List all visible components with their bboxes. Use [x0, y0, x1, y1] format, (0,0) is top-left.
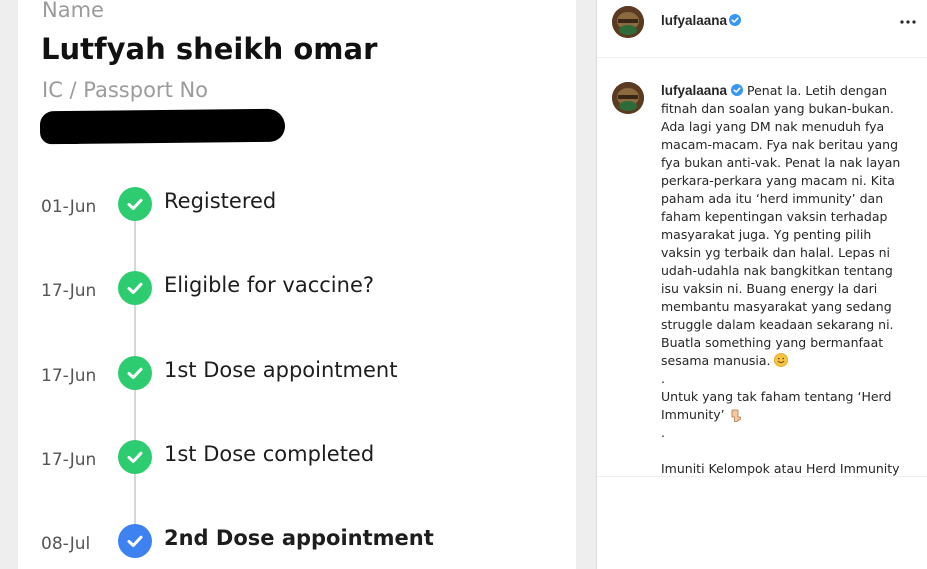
verified-badge-icon [729, 14, 741, 26]
caption-line: vaksin yg terbaik dan halal. Lepas ni [661, 245, 891, 260]
caption-line [661, 442, 911, 460]
caption-text: sesama manusia. [661, 353, 771, 368]
caption-line: struggle dalam keadaan sekarang ni. [661, 317, 894, 332]
caption-line: fya bukan anti-vak. Penat la nak layan [661, 155, 901, 170]
caption-line: Imuniti Kelompok atau Herd Immunity [661, 461, 900, 476]
pointing-down-hand-icon [729, 408, 743, 422]
timeline-step-first-dose-completed: 17-Jun 1st Dose completed [18, 438, 576, 478]
caption-line: sesama manusia. [661, 352, 911, 370]
caption-line: macam-macam. Fya nak beritau yang [661, 137, 899, 152]
timeline-step-eligible: 17-Jun Eligible for vaccine? [18, 269, 576, 309]
timeline-step-first-dose-appointment: 17-Jun 1st Dose appointment [18, 354, 576, 394]
timeline-step-second-dose-appointment: 08-Jul 2nd Dose appointment [18, 522, 576, 562]
caption-line: membantu masyarakat yang sedang [661, 299, 892, 314]
step-label: 1st Dose completed [164, 442, 375, 466]
step-label: Eligible for vaccine? [164, 273, 375, 297]
caption-text: Penat la. Letih dengan [747, 83, 888, 98]
post-author-username[interactable]: lufyalaana [661, 13, 727, 28]
caption-line: udah-udahla nak bangkitkan tentang [661, 263, 893, 278]
caption-line: Untuk yang tak faham tentang ‘Herd [661, 389, 892, 404]
step-label: 1st Dose appointment [164, 358, 398, 382]
caption-line: paham ada itu ‘herd immunity’ dan [661, 191, 884, 206]
caption-line: perkara-perkara yang macam ni. Kita [661, 173, 895, 188]
ic-passport-label: IC / Passport No [42, 78, 209, 102]
more-horizontal-icon [900, 20, 916, 24]
check-circle-icon [118, 524, 152, 558]
redaction-mark [44, 122, 86, 144]
caption-line: Immunity’ [661, 406, 911, 424]
name-label: Name [42, 0, 104, 22]
caption-line: Buatla something yang bermanfaat [661, 335, 884, 350]
check-circle-icon [118, 187, 152, 221]
caption-text: Immunity’ [661, 407, 725, 422]
name-value: Lutfyah sheikh omar [41, 32, 378, 66]
post-header: lufyalaana [597, 0, 927, 58]
more-options-button[interactable] [898, 12, 918, 32]
check-circle-icon [118, 271, 152, 305]
verified-badge-icon [731, 84, 744, 96]
caption-line: fitnah dan soalan yang bukan-bukan. [661, 101, 894, 116]
step-date: 01-Jun [41, 197, 97, 217]
avatar[interactable] [612, 6, 644, 38]
step-date: 08-Jul [41, 534, 91, 554]
check-circle-icon [118, 356, 152, 390]
step-date: 17-Jun [41, 450, 97, 470]
smiling-face-emoji-icon [774, 353, 789, 367]
post-caption: lufyalaana Penat la. Letih dengan fitnah… [661, 82, 911, 476]
timeline-step-registered: 01-Jun Registered [18, 185, 576, 225]
caption-line: masyarakat juga. Yg penting pilih [661, 227, 872, 242]
caption-line: . [661, 371, 665, 386]
step-date: 17-Jun [41, 281, 97, 301]
step-label: Registered [164, 189, 277, 213]
vaccine-status-card: Name Lutfyah sheikh omar IC / Passport N… [18, 0, 576, 569]
vaccine-status-image: Name Lutfyah sheikh omar IC / Passport N… [0, 0, 596, 569]
avatar[interactable] [612, 82, 644, 114]
caption-line: isu vaksin ni. Buang energy la dari [661, 281, 878, 296]
caption-line: Ada lagi yang DM nak menuduh fya [661, 119, 885, 134]
caption-username[interactable]: lufyalaana [661, 83, 727, 98]
step-label: 2nd Dose appointment [164, 526, 434, 550]
step-date: 17-Jun [41, 366, 97, 386]
check-circle-icon [118, 440, 152, 474]
caption-line: . [661, 425, 665, 440]
caption-line: faham kepentingan vaksin terhadap [661, 209, 888, 224]
caption-line: lufyalaana Penat la. Letih dengan [661, 82, 911, 100]
caption-area: lufyalaana Penat la. Letih dengan fitnah… [597, 59, 927, 477]
post-panel: lufyalaana lufyalaana Penat la. Letih de… [596, 0, 927, 569]
